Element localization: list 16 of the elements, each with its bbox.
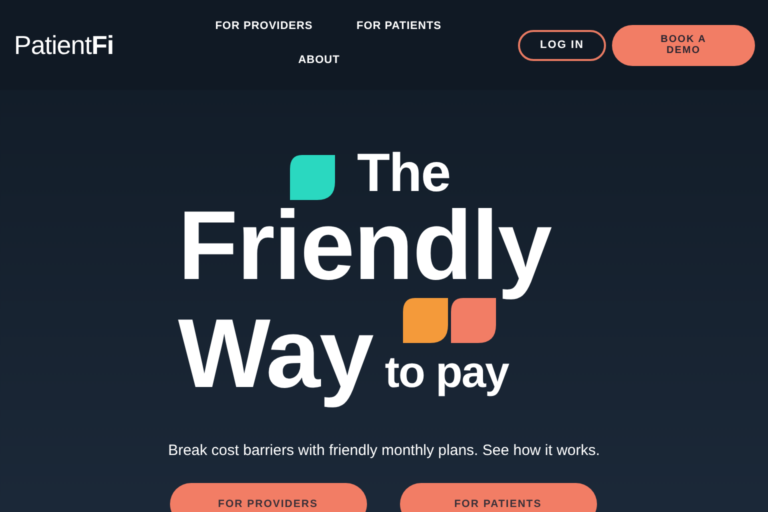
login-button[interactable]: LOG IN (518, 30, 606, 60)
leaf-icon (290, 155, 335, 200)
leaf-icon (450, 298, 496, 343)
headline-text: Way (178, 308, 373, 406)
leaf-icon (402, 298, 448, 343)
headline-text: to pay (384, 351, 508, 395)
book-demo-button[interactable]: BOOK A DEMO (612, 24, 755, 66)
logo[interactable]: PatientFi (14, 30, 184, 60)
cta-button[interactable]: FOR PROVIDERS (170, 483, 366, 512)
cta-button[interactable]: FOR PATIENTS (400, 483, 596, 512)
nav-link[interactable]: FOR PROVIDERS (215, 20, 313, 32)
nav-link[interactable]: ABOUT (298, 54, 340, 66)
nav-link[interactable]: FOR PATIENTS (356, 20, 442, 32)
subtitle: Break cost barriers with friendly monthly plans. See how it works. (167, 442, 601, 459)
headline-text: Friendly (178, 200, 552, 298)
headline-text: The (357, 146, 450, 200)
